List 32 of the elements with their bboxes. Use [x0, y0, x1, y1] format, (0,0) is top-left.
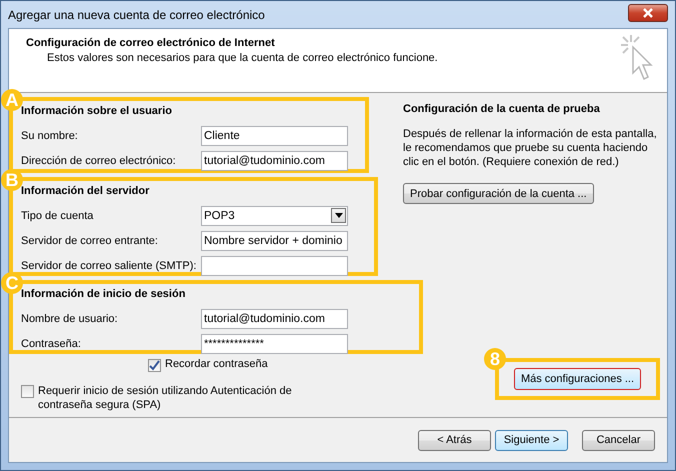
field-label: Dirección de correo electrónico:: [21, 154, 177, 166]
dialog-button[interactable]: < Atrás: [418, 430, 491, 450]
password-field[interactable]: **************: [201, 334, 348, 354]
dropdown-field[interactable]: POP3: [201, 206, 348, 226]
field-label: Tipo de cuenta: [21, 210, 94, 222]
section-heading: Información de inicio de sesión: [21, 288, 186, 302]
field-label: Servidor de correo saliente (SMTP):: [21, 260, 198, 272]
section-heading: Configuración de la cuenta de prueba: [403, 103, 601, 115]
step-badge: B: [1, 169, 23, 191]
checkbox-label: Requerir inicio de sesión utilizando Autenticación de contraseña segura (SPA): [38, 384, 293, 412]
field-label: Servidor de correo entrante:: [21, 234, 159, 246]
more-settings-button[interactable]: Más configuraciones ...: [514, 368, 642, 390]
step-badge: C: [1, 272, 23, 294]
window-title: Agregar una nueva cuenta de correo electrónico: [8, 8, 265, 22]
header-title: Configuración de correo electrónico de Internet: [26, 37, 276, 49]
test-settings-button[interactable]: Probar configuración de la cuenta ...: [403, 183, 594, 204]
header-subtitle: Estos valores son necesarios para que la cuenta de correo electrónico funcione.: [47, 52, 438, 64]
section-heading: Información sobre el usuario: [21, 105, 173, 119]
field-label: Contraseña:: [21, 338, 82, 350]
step-badge: A: [1, 89, 23, 111]
step-badge: 8: [484, 348, 506, 370]
description-text: Después de rellenar la información de esta pantalla, le recomendamos que pruebe su cuenta haciendo clic en el botón. (Requiere conexión de red.): [403, 127, 658, 169]
input-field[interactable]: Nombre servidor + dominio: [201, 230, 348, 250]
dialog-button[interactable]: Siguiente >: [495, 430, 568, 450]
checkbox-label: Recordar contraseña: [165, 358, 268, 370]
input-field[interactable]: Cliente: [201, 126, 348, 146]
input-field[interactable]: tutorial@tudominio.com: [201, 308, 348, 328]
dialog-button[interactable]: Cancelar: [582, 430, 655, 450]
field-label: Nombre de usuario:: [21, 312, 119, 324]
section-heading: Información del servidor: [21, 185, 150, 199]
field-label: Su nombre:: [21, 130, 79, 142]
input-field[interactable]: tutorial@tudominio.com: [201, 150, 348, 170]
